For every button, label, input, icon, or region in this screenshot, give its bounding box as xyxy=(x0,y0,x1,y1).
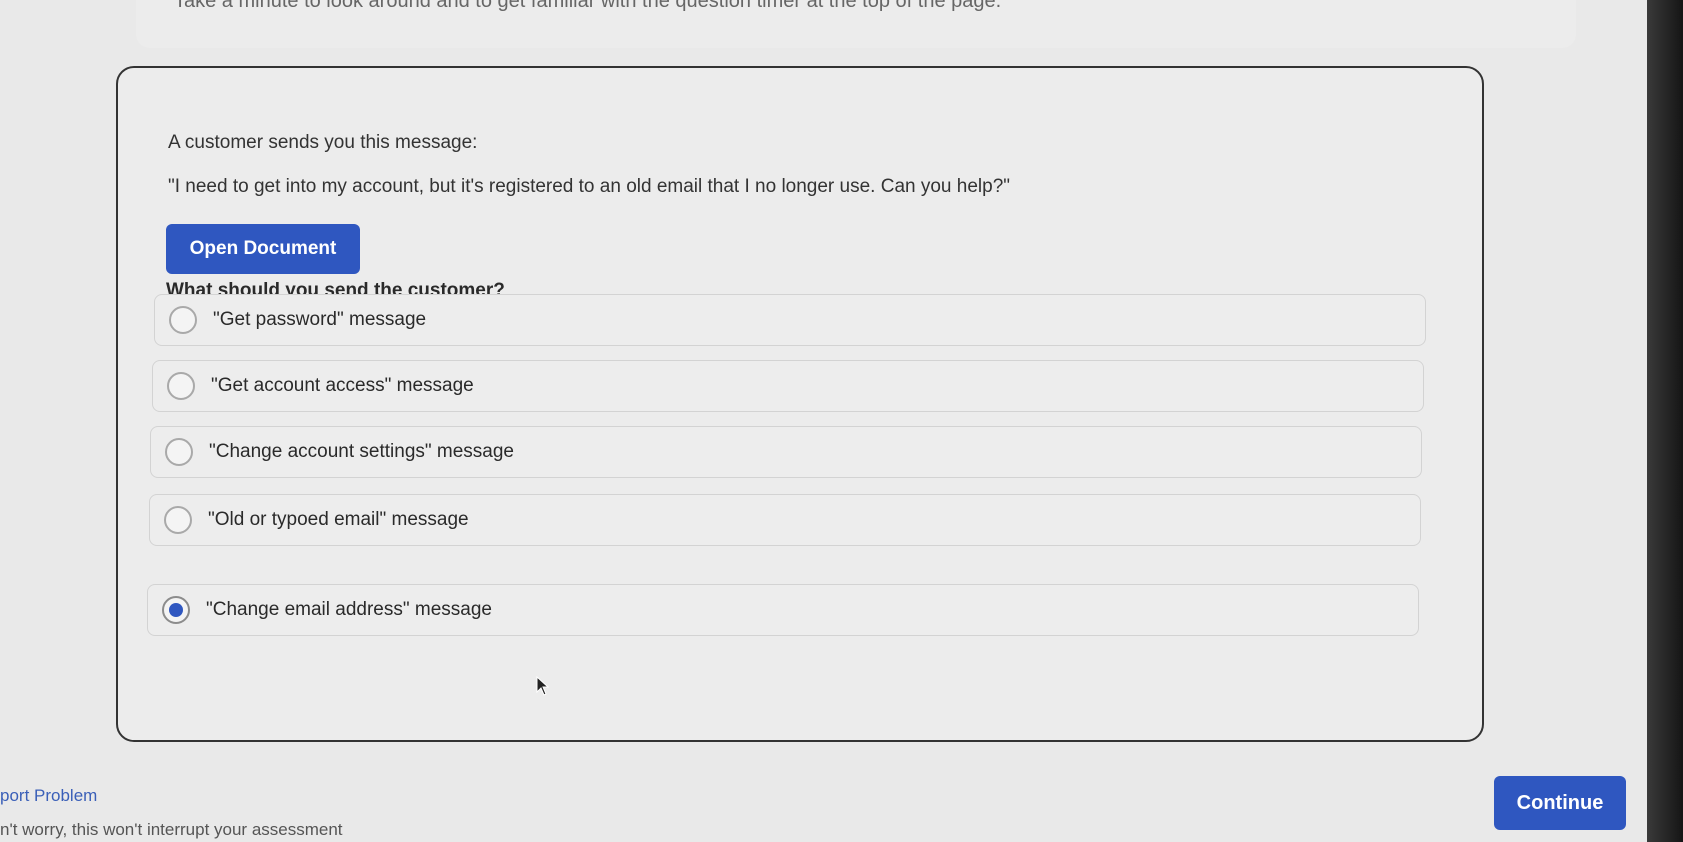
option-get-account-access[interactable]: "Get account access" message xyxy=(152,360,1424,412)
report-note: n't worry, this won't interrupt your ass… xyxy=(0,820,343,839)
radio-button-icon[interactable] xyxy=(165,438,193,466)
radio-button-icon[interactable] xyxy=(169,306,197,334)
radio-button-selected-icon[interactable] xyxy=(162,596,190,624)
option-old-or-typoed-email[interactable]: "Old or typoed email" message xyxy=(149,494,1421,546)
option-get-password[interactable]: "Get password" message xyxy=(154,294,1426,346)
open-document-button[interactable]: Open Document xyxy=(166,224,360,274)
screen-edge xyxy=(1647,0,1683,842)
prompt-text: A customer sends you this message: xyxy=(168,132,478,153)
option-label: "Old or typoed email" message xyxy=(208,509,469,530)
option-label: "Get account access" message xyxy=(211,375,474,396)
option-change-email-address[interactable]: "Change email address" message xyxy=(147,584,1419,636)
option-change-account-settings[interactable]: "Change account settings" message xyxy=(150,426,1422,478)
radio-button-icon[interactable] xyxy=(167,372,195,400)
option-label: "Change account settings" message xyxy=(209,441,515,462)
intro-text: Take a minute to look around and to get … xyxy=(174,0,1002,12)
report-problem-link[interactable]: port Problem xyxy=(0,786,97,806)
continue-button[interactable]: Continue xyxy=(1494,776,1626,830)
arrow-cursor-icon xyxy=(536,676,550,696)
radio-button-icon[interactable] xyxy=(164,506,192,534)
question-card: A customer sends you this message: "I ne… xyxy=(116,66,1484,742)
customer-message: "I need to get into my account, but it's… xyxy=(168,176,1011,197)
option-label: "Get password" message xyxy=(213,309,427,330)
intro-card: Take a minute to look around and to get … xyxy=(136,0,1576,48)
option-label: "Change email address" message xyxy=(206,599,492,620)
